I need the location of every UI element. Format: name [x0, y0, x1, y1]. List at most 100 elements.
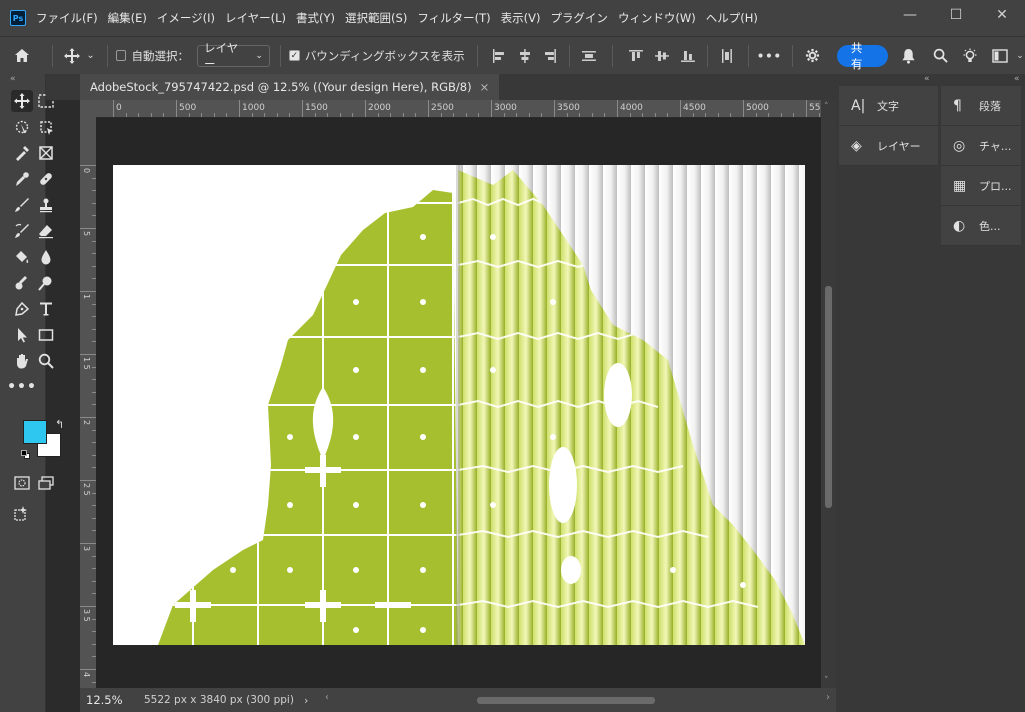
auto-select-checkbox[interactable] — [115, 50, 127, 61]
horizontal-scrollbar[interactable]: ‹ › — [325, 692, 830, 706]
lightbulb-icon[interactable] — [955, 48, 985, 64]
canvas-area[interactable] — [96, 118, 821, 688]
ruler-label: 1500 — [305, 103, 328, 113]
pen-tool-icon[interactable] — [11, 298, 33, 320]
menu-edit[interactable]: 編集(E) — [108, 10, 147, 26]
align-bottom-icon[interactable] — [680, 48, 696, 64]
frame-tool-icon[interactable] — [35, 142, 57, 164]
eyedropper-fill-icon[interactable] — [11, 142, 33, 164]
scroll-up-icon[interactable]: ˄ — [824, 102, 829, 112]
collapse-panel-icon[interactable]: « — [0, 74, 45, 86]
character-panel-tab[interactable]: A| 文字 — [839, 86, 938, 126]
blur-tool-icon[interactable] — [35, 246, 57, 268]
ruler-tick — [554, 100, 555, 117]
properties-panel-tab[interactable]: ▦ プロ... — [941, 166, 1021, 206]
menu-layer[interactable]: レイヤー(L) — [225, 10, 286, 26]
channels-panel-tab[interactable]: ◎ チャ... — [941, 126, 1021, 166]
more-options-icon[interactable]: ••• — [757, 49, 782, 63]
quick-mask-icon[interactable] — [11, 472, 33, 494]
content-aware-icon[interactable] — [11, 502, 33, 524]
align-top-icon[interactable] — [628, 48, 644, 64]
paint-bucket-tool-icon[interactable] — [11, 246, 33, 268]
vertical-ruler[interactable]: 0 5 1 1 5 2 2 5 3 3 5 4 — [80, 118, 96, 688]
eyedropper-tool-icon[interactable] — [11, 168, 33, 190]
menu-view[interactable]: 表示(V) — [501, 10, 541, 26]
menu-help[interactable]: ヘルプ(H) — [706, 10, 758, 26]
clone-stamp-tool-icon[interactable] — [35, 194, 57, 216]
adjustments-panel-tab[interactable]: ◐ 色... — [941, 206, 1021, 246]
horizontal-ruler[interactable]: 0 500 1000 1500 2000 2500 3000 3500 4000 4500 5000… — [96, 100, 821, 118]
chevron-down-icon: ⌄ — [255, 50, 263, 61]
distribute-vertical-icon[interactable] — [719, 48, 735, 64]
align-right-icon[interactable] — [542, 48, 558, 64]
collapse-dock-icon[interactable]: « — [924, 74, 930, 84]
share-button[interactable]: 共有 — [836, 41, 888, 71]
default-colors-icon[interactable] — [21, 450, 30, 459]
healing-brush-tool-icon[interactable] — [35, 168, 57, 190]
scroll-down-icon[interactable]: ˅ — [824, 676, 829, 686]
auto-select-dropdown[interactable]: レイヤー ⌄ — [196, 41, 270, 71]
auto-select-value: レイヤー — [203, 40, 239, 71]
document-canvas[interactable] — [113, 165, 805, 645]
object-selection-tool-icon[interactable] — [11, 116, 33, 138]
menu-image[interactable]: イメージ(I) — [157, 10, 215, 26]
screen-mode-icon[interactable] — [35, 472, 57, 494]
move-tool-icon[interactable] — [11, 90, 33, 112]
workspace-icon[interactable] — [985, 48, 1015, 63]
ruler-tick — [226, 113, 228, 117]
brush-tool-icon[interactable] — [11, 194, 33, 216]
menu-file[interactable]: ファイル(F) — [36, 10, 98, 26]
bell-icon[interactable] — [892, 48, 926, 64]
chevron-down-icon[interactable]: ⌄ — [83, 50, 99, 61]
rectangle-tool-icon[interactable] — [35, 324, 57, 346]
distribute-horizontal-icon[interactable] — [581, 48, 597, 64]
menu-plugins[interactable]: プラグイン — [550, 10, 608, 26]
horizontal-scroll-thumb[interactable] — [477, 697, 655, 704]
zoom-level-field[interactable]: 12.5% — [80, 693, 130, 707]
smudge-tool-icon[interactable] — [11, 272, 33, 294]
move-tool-preset-icon[interactable] — [61, 47, 83, 64]
scroll-left-icon[interactable]: ‹ — [325, 692, 329, 703]
align-left-icon[interactable] — [491, 48, 507, 64]
menu-window[interactable]: ウィンドウ(W) — [618, 10, 696, 26]
ruler-label: 0 — [82, 168, 91, 174]
gear-icon[interactable] — [803, 48, 823, 63]
type-tool-icon[interactable] — [35, 298, 57, 320]
maximize-button[interactable]: ☐ — [933, 0, 979, 30]
hand-tool-icon[interactable] — [11, 350, 33, 372]
paragraph-panel-tab[interactable]: ¶ 段落 — [941, 86, 1021, 126]
ruler-tick — [642, 113, 644, 117]
ruler-label: 2500 — [431, 103, 454, 113]
align-center-h-icon[interactable] — [517, 48, 533, 64]
menu-type[interactable]: 書式(Y) — [296, 10, 335, 26]
ruler-tick — [516, 113, 518, 117]
close-tab-icon[interactable]: × — [480, 80, 490, 94]
zoom-tool-icon[interactable] — [35, 350, 57, 372]
path-selection-tool-icon[interactable] — [11, 324, 33, 346]
edit-toolbar-icon[interactable]: ••• — [7, 376, 36, 398]
menu-select[interactable]: 選択範囲(S) — [345, 10, 407, 26]
layers-panel-tab[interactable]: ◈ レイヤー — [839, 126, 938, 166]
swap-colors-icon[interactable]: ↰ — [55, 418, 64, 431]
home-icon[interactable] — [0, 48, 44, 63]
search-icon[interactable] — [926, 48, 956, 63]
dodge-tool-icon[interactable] — [35, 272, 57, 294]
bounding-box-checkbox[interactable]: ✓ — [288, 50, 300, 61]
chevron-down-icon[interactable]: ⌄ — [1015, 51, 1025, 61]
eraser-tool-icon[interactable] — [35, 220, 57, 242]
chevron-right-icon[interactable]: › — [304, 694, 308, 707]
ruler-label: 4000 — [620, 103, 643, 113]
document-tab[interactable]: AdobeStock_795747422.psd @ 12.5% ((Your … — [80, 74, 500, 100]
close-button[interactable]: ✕ — [979, 0, 1025, 30]
vertical-scroll-thumb[interactable] — [825, 286, 832, 508]
align-middle-icon[interactable] — [654, 48, 670, 64]
history-brush-tool-icon[interactable] — [11, 220, 33, 242]
ruler-tick — [755, 113, 757, 117]
scroll-right-icon[interactable]: › — [826, 692, 830, 703]
menu-filter[interactable]: フィルター(T) — [417, 10, 490, 26]
crop-tool-icon[interactable] — [35, 116, 57, 138]
foreground-color-swatch[interactable] — [23, 420, 47, 444]
vertical-scrollbar[interactable]: ˄ ˅ — [821, 100, 836, 688]
collapse-dock-icon[interactable]: « — [1014, 74, 1020, 84]
minimize-button[interactable]: — — [887, 0, 933, 30]
